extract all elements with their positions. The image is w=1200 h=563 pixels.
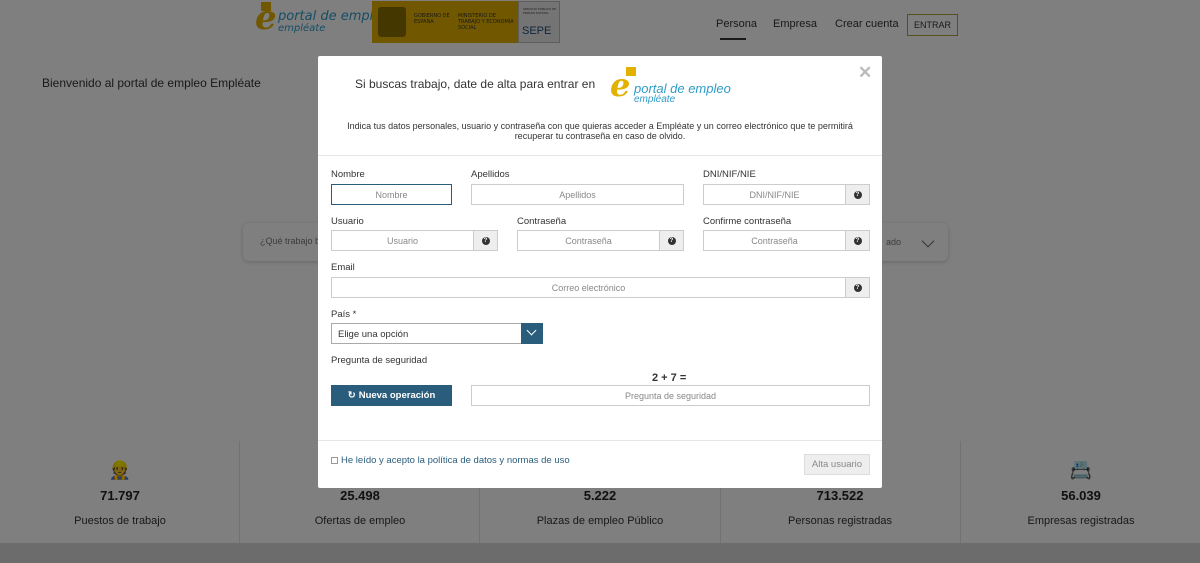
email-help-button[interactable]: ? (846, 277, 870, 298)
accept-policy[interactable]: He leído y acepto la política de datos y… (331, 455, 570, 466)
contrasena-help-button[interactable]: ? (660, 230, 684, 251)
logo-sub: empléate (634, 94, 676, 105)
question-icon: ? (853, 236, 862, 245)
dni-label: DNI/NIF/NIE (703, 169, 756, 180)
dni-help-button[interactable]: ? (846, 184, 870, 205)
contrasena-input[interactable]: Contraseña (517, 230, 660, 251)
question-icon: ? (667, 236, 676, 245)
refresh-icon: ↻ (347, 390, 356, 401)
captcha-question: 2 + 7 = (652, 372, 687, 384)
nueva-operacion-label: Nueva operación (358, 390, 436, 401)
usuario-input[interactable]: Usuario (331, 230, 474, 251)
apellidos-input[interactable]: Apellidos (471, 184, 684, 205)
accept-checkbox[interactable] (331, 457, 338, 464)
nombre-label: Nombre (331, 169, 365, 180)
question-icon: ? (481, 236, 490, 245)
question-icon: ? (853, 283, 862, 292)
logo-e-mark: e (610, 66, 631, 104)
email-input[interactable]: Correo electrónico (331, 277, 846, 298)
registration-modal: ✕ Si buscas trabajo, date de alta para e… (318, 56, 882, 488)
pais-select[interactable]: Elige una opción (331, 323, 543, 344)
pregunta-label: Pregunta de seguridad (331, 355, 428, 366)
divider (318, 440, 882, 441)
pais-label: País * (331, 309, 357, 320)
confirme-help-button[interactable]: ? (846, 230, 870, 251)
close-icon[interactable]: ✕ (858, 63, 872, 83)
question-icon: ? (853, 190, 862, 199)
chevron-down-icon[interactable] (521, 323, 543, 344)
usuario-label: Usuario (331, 216, 364, 227)
nombre-input[interactable]: Nombre (331, 184, 452, 205)
alta-usuario-button[interactable]: Alta usuario (804, 454, 870, 475)
usuario-help-button[interactable]: ? (474, 230, 498, 251)
pais-selected-value: Elige una opción (338, 329, 409, 340)
apellidos-label: Apellidos (471, 169, 510, 180)
contrasena-label: Contraseña (517, 216, 567, 227)
nueva-operacion-button[interactable]: ↻ Nueva operación (331, 385, 452, 406)
confirme-label: Confirme contraseña (703, 216, 792, 227)
divider (318, 155, 882, 156)
confirme-input[interactable]: Contraseña (703, 230, 846, 251)
modal-empleate-logo: e portal de empleo empléate (610, 66, 740, 107)
modal-description: Indica tus datos personales, usuario y c… (347, 121, 853, 141)
pregunta-input[interactable]: Pregunta de seguridad (471, 385, 870, 406)
modal-title: Si buscas trabajo, date de alta para ent… (355, 77, 596, 91)
dni-input[interactable]: DNI/NIF/NIE (703, 184, 846, 205)
accept-policy-link[interactable]: He leído y acepto la política de datos y… (341, 455, 570, 466)
email-label: Email (331, 262, 355, 273)
